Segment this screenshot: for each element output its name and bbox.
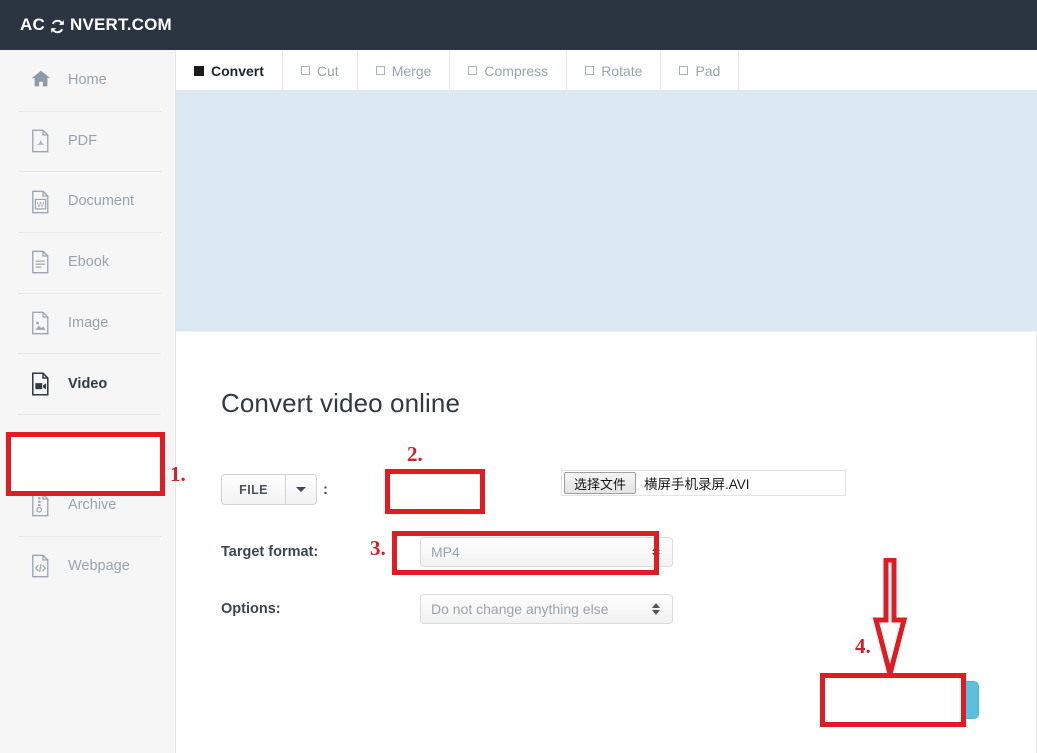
sidebar-item-label: Audio bbox=[68, 437, 105, 452]
top-header: AC NVERT.COM bbox=[0, 0, 1037, 50]
page-title: Convert video online bbox=[221, 388, 460, 419]
annotation-number-2: 2. bbox=[407, 442, 423, 467]
tab-rotate[interactable]: Rotate bbox=[567, 50, 661, 91]
convert-now-button[interactable]: Convert Now! bbox=[842, 681, 979, 719]
left-sidebar: Home PDF W Document bbox=[0, 50, 176, 753]
choose-file-button[interactable]: 选择文件 bbox=[564, 472, 636, 494]
sidebar-item-video[interactable]: Video bbox=[0, 353, 175, 414]
file-source-dropdown[interactable]: FILE bbox=[221, 474, 317, 505]
sidebar-item-audio[interactable]: Audio bbox=[0, 414, 175, 475]
home-icon bbox=[30, 68, 52, 92]
tab-label: Rotate bbox=[601, 63, 642, 79]
checkbox-empty-icon bbox=[468, 66, 477, 75]
advertisement-banner bbox=[176, 91, 1037, 332]
chevron-down-icon bbox=[296, 487, 306, 492]
file-row-colon: : bbox=[323, 481, 328, 498]
options-select[interactable]: Do not change anything else bbox=[420, 594, 673, 624]
file-source-row: FILE : bbox=[221, 474, 328, 505]
updown-spinner-icon bbox=[652, 603, 660, 615]
selected-file-name: 横屏手机录屏.AVI bbox=[644, 473, 750, 493]
target-format-row: Target format: MP4 bbox=[221, 537, 673, 567]
word-doc-icon: W bbox=[30, 190, 52, 214]
tab-convert[interactable]: Convert bbox=[176, 50, 283, 91]
sidebar-item-label: Image bbox=[68, 316, 108, 331]
brand-prefix: AC bbox=[20, 15, 45, 35]
sidebar-item-home[interactable]: Home bbox=[0, 50, 175, 111]
tab-compress[interactable]: Compress bbox=[450, 50, 567, 91]
checkbox-empty-icon bbox=[376, 66, 385, 75]
sidebar-item-ebook[interactable]: Ebook bbox=[0, 232, 175, 293]
ebook-file-icon bbox=[30, 250, 52, 274]
tab-label: Merge bbox=[392, 63, 432, 79]
sidebar-item-pdf[interactable]: PDF bbox=[0, 111, 175, 172]
options-label: Options: bbox=[221, 601, 384, 617]
annotation-number-1: 1. bbox=[170, 462, 186, 487]
video-file-icon bbox=[30, 372, 52, 396]
brand-suffix: NVERT.COM bbox=[70, 15, 172, 35]
checkbox-checked-icon bbox=[194, 66, 204, 76]
checkbox-empty-icon bbox=[679, 66, 688, 75]
sidebar-item-label: PDF bbox=[68, 134, 97, 149]
archive-file-icon bbox=[30, 493, 52, 517]
tab-label: Pad bbox=[695, 63, 720, 79]
sidebar-item-label: Ebook bbox=[68, 255, 109, 270]
code-file-icon bbox=[30, 554, 52, 578]
target-format-label: Target format: bbox=[221, 544, 384, 560]
sidebar-item-label: Video bbox=[68, 377, 107, 392]
target-format-select[interactable]: MP4 bbox=[420, 537, 673, 567]
annotation-number-3: 3. bbox=[370, 536, 386, 561]
sidebar-item-label: Home bbox=[68, 73, 107, 88]
file-source-button[interactable]: FILE bbox=[221, 474, 285, 505]
sidebar-item-image[interactable]: Image bbox=[0, 293, 175, 354]
tab-label: Convert bbox=[211, 63, 264, 79]
sidebar-item-archive[interactable]: Archive bbox=[0, 475, 175, 536]
tab-label: Cut bbox=[317, 63, 339, 79]
main-content: Convert video online FILE : 选择文件 横屏手机录屏.… bbox=[176, 332, 1037, 753]
tab-label: Compress bbox=[484, 63, 548, 79]
checkbox-empty-icon bbox=[585, 66, 594, 75]
tab-pad[interactable]: Pad bbox=[661, 50, 739, 91]
tabbar-filler bbox=[739, 50, 1037, 90]
sidebar-item-label: Webpage bbox=[68, 559, 130, 574]
image-file-icon bbox=[30, 311, 52, 335]
cycle-refresh-icon bbox=[48, 17, 67, 36]
sidebar-item-label: Document bbox=[68, 194, 134, 209]
checkbox-empty-icon bbox=[301, 66, 310, 75]
tab-cut[interactable]: Cut bbox=[283, 50, 358, 91]
updown-spinner-icon bbox=[652, 546, 660, 558]
options-row: Options: Do not change anything else bbox=[221, 594, 673, 624]
file-input[interactable]: 选择文件 横屏手机录屏.AVI bbox=[561, 470, 846, 496]
operation-tabbar: Convert Cut Merge Compress Rotate Pad bbox=[176, 50, 1037, 91]
target-format-value: MP4 bbox=[431, 544, 460, 560]
options-value: Do not change anything else bbox=[431, 601, 608, 617]
site-logo[interactable]: AC NVERT.COM bbox=[20, 0, 172, 50]
tab-merge[interactable]: Merge bbox=[358, 50, 451, 91]
sidebar-item-document[interactable]: W Document bbox=[0, 171, 175, 232]
app-root: AC NVERT.COM Home bbox=[0, 0, 1037, 753]
pdf-file-icon bbox=[30, 129, 52, 153]
file-source-caret-button[interactable] bbox=[285, 474, 317, 505]
arrow-down-outline-icon bbox=[868, 558, 912, 678]
audio-file-icon bbox=[30, 432, 52, 456]
sidebar-item-webpage[interactable]: Webpage bbox=[0, 536, 175, 597]
svg-text:W: W bbox=[37, 200, 45, 209]
sidebar-item-label: Archive bbox=[68, 498, 116, 513]
